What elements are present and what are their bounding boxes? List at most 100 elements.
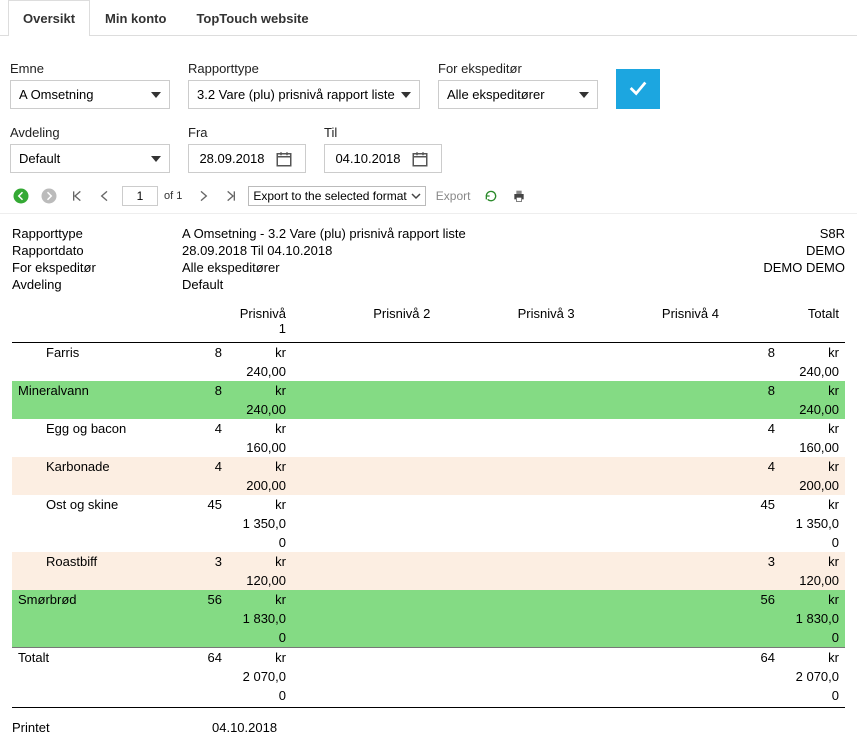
- export-format-select[interactable]: Export to the selected format: [248, 186, 425, 206]
- row-qt: 4: [725, 419, 781, 438]
- table-row: 1 830,0 1 830,0: [12, 609, 845, 628]
- row-q1: 4: [172, 419, 228, 438]
- page-of-text: of 1: [164, 190, 182, 202]
- row-q1: 8: [172, 381, 228, 400]
- emne-select[interactable]: A Omsetning: [10, 80, 170, 109]
- printet-row: Printet 04.10.2018: [12, 720, 845, 735]
- page-input[interactable]: [122, 186, 158, 206]
- col-p1: Prisnivå 1: [228, 304, 292, 343]
- row-at: kr: [781, 590, 845, 609]
- row-qt: 8: [725, 343, 781, 363]
- row-at-amt: 1 350,0: [781, 514, 845, 533]
- table-row: 0 0: [12, 628, 845, 648]
- row-name: Ost og skine: [12, 495, 172, 514]
- rapporttype-value: 3.2 Vare (plu) prisnivå rapport liste: [197, 87, 395, 102]
- table-row: 1 350,0 1 350,0: [12, 514, 845, 533]
- meta-rapporttype-label: Rapporttype: [12, 226, 182, 241]
- row-q1: 56: [172, 590, 228, 609]
- rapporttype-select[interactable]: 3.2 Vare (plu) prisnivå rapport liste: [188, 80, 420, 109]
- fra-date[interactable]: [188, 144, 306, 173]
- filter-bar: Emne A Omsetning Rapporttype 3.2 Vare (p…: [0, 36, 857, 181]
- meta-avdeling-label: Avdeling: [12, 277, 182, 292]
- table-row: Mineralvann 8 kr 8 kr: [12, 381, 845, 400]
- row-at-amt: 120,00: [781, 571, 845, 590]
- next-page-button[interactable]: [192, 185, 214, 207]
- table-row: 2 070,0 2 070,0: [12, 667, 845, 686]
- chevron-down-icon: [151, 156, 161, 162]
- meta-demo: DEMO: [725, 243, 845, 258]
- meta-rapportdato-label: Rapportdato: [12, 243, 182, 258]
- table-row: 200,00 200,00: [12, 476, 845, 495]
- calendar-icon[interactable]: [275, 150, 293, 168]
- report-meta: Rapporttype A Omsetning - 3.2 Vare (plu)…: [12, 226, 845, 292]
- row-qt: 8: [725, 381, 781, 400]
- table-row: Totalt 64 kr 64 kr: [12, 648, 845, 668]
- col-p2: Prisnivå 2: [292, 304, 436, 343]
- row-a1: kr: [228, 457, 292, 476]
- row-a1: kr: [228, 381, 292, 400]
- nav-forward-button[interactable]: [38, 185, 60, 207]
- row-at: kr: [781, 552, 845, 571]
- row-a1-amt: 160,00: [228, 438, 292, 457]
- col-blank: [12, 304, 172, 343]
- row-at: kr: [781, 343, 845, 363]
- row-a1-amt: 1 350,0: [228, 514, 292, 533]
- emne-value: A Omsetning: [19, 87, 93, 102]
- avdeling-value: Default: [19, 151, 60, 166]
- row-at: kr: [781, 419, 845, 438]
- til-date[interactable]: [324, 144, 442, 173]
- print-button[interactable]: [508, 185, 530, 207]
- meta-ekspeditor-label: For ekspeditør: [12, 260, 182, 275]
- meta-avdeling-value: Default: [182, 277, 845, 292]
- last-page-button[interactable]: [220, 185, 242, 207]
- row-at-amt: 200,00: [781, 476, 845, 495]
- tab-toptouch[interactable]: TopTouch website: [181, 0, 323, 36]
- table-row: 240,00 240,00: [12, 400, 845, 419]
- row-a1-amt: 240,00: [228, 362, 292, 381]
- table-row: Smørbrød 56 kr 56 kr: [12, 590, 845, 609]
- row-at-amt2: 0: [781, 686, 845, 705]
- row-at-amt: 240,00: [781, 400, 845, 419]
- tab-min-konto[interactable]: Min konto: [90, 0, 181, 36]
- row-at-amt: 160,00: [781, 438, 845, 457]
- avdeling-select[interactable]: Default: [10, 144, 170, 173]
- printet-value: 04.10.2018: [212, 720, 277, 735]
- nav-back-button[interactable]: [10, 185, 32, 207]
- til-input[interactable]: [325, 145, 411, 172]
- first-page-button[interactable]: [66, 185, 88, 207]
- meta-s8r: S8R: [725, 226, 845, 241]
- row-at-amt2: 0: [781, 628, 845, 648]
- col-p3: Prisnivå 3: [436, 304, 580, 343]
- meta-demo-demo: DEMO DEMO: [725, 260, 845, 275]
- row-at-amt2: 0: [781, 533, 845, 552]
- ekspeditor-select[interactable]: Alle ekspeditører: [438, 80, 598, 109]
- confirm-button[interactable]: [616, 69, 660, 109]
- refresh-button[interactable]: [480, 185, 502, 207]
- report-table: Prisnivå 1 Prisnivå 2 Prisnivå 3 Prisniv…: [12, 304, 845, 705]
- tab-oversikt[interactable]: Oversikt: [8, 0, 90, 36]
- chevron-down-icon: [579, 92, 589, 98]
- row-name: Smørbrød: [12, 590, 172, 609]
- chevron-down-icon: [401, 92, 411, 98]
- row-a1-amt: 120,00: [228, 571, 292, 590]
- row-a1-amt2: 0: [228, 533, 292, 552]
- rapporttype-label: Rapporttype: [188, 61, 420, 76]
- row-name: Totalt: [12, 648, 172, 668]
- prev-page-button[interactable]: [94, 185, 116, 207]
- table-row: 0 0: [12, 686, 845, 705]
- report-body: Rapporttype A Omsetning - 3.2 Vare (plu)…: [0, 214, 857, 755]
- row-at: kr: [781, 381, 845, 400]
- row-at: kr: [781, 457, 845, 476]
- fra-input[interactable]: [189, 145, 275, 172]
- row-a1-amt: 240,00: [228, 400, 292, 419]
- row-a1: kr: [228, 648, 292, 668]
- table-row: Ost og skine 45 kr 45 kr: [12, 495, 845, 514]
- table-row: Roastbiff 3 kr 3 kr: [12, 552, 845, 571]
- row-q1: 8: [172, 343, 228, 363]
- row-qt: 45: [725, 495, 781, 514]
- export-button[interactable]: Export: [432, 189, 475, 203]
- row-name: Egg og bacon: [12, 419, 172, 438]
- confirm-spacer: [616, 50, 660, 65]
- calendar-icon[interactable]: [411, 150, 429, 168]
- row-a1-amt: 1 830,0: [228, 609, 292, 628]
